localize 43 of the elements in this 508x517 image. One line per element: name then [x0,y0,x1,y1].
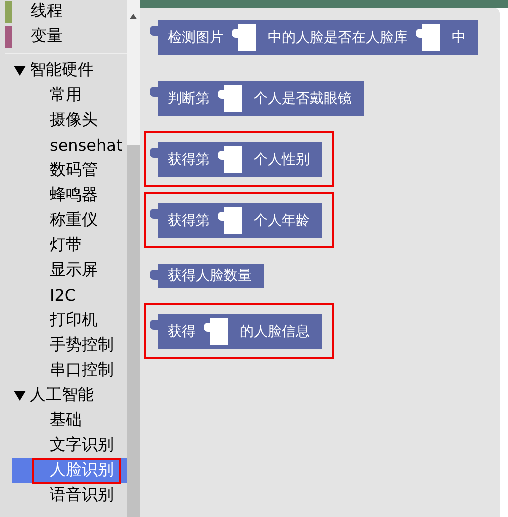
scroll-up-icon[interactable] [130,14,137,19]
category-group[interactable]: 人工智能 [30,385,94,406]
connector-tab [150,87,158,97]
connector-tab [150,148,158,158]
category-item[interactable]: 蜂鸣器 [12,183,127,208]
input-slot[interactable] [218,85,242,112]
category-item[interactable]: 打印机 [12,308,127,333]
connector-tab [150,270,158,280]
category-item[interactable]: 显示屏 [12,258,127,283]
category-group[interactable]: 智能硬件 [30,60,94,81]
category-item[interactable]: 语音识别 [12,483,127,508]
input-slot[interactable] [218,146,242,173]
category-item[interactable]: sensehat [12,133,127,158]
category-item[interactable]: 手势控制 [12,333,127,358]
scrollbar[interactable] [127,0,140,517]
connector-tab [150,320,158,330]
category-item[interactable]: I2C [12,283,127,308]
category-item[interactable]: 变量 [31,26,63,47]
input-slot[interactable] [232,24,256,51]
category-item[interactable]: 摄像头 [12,108,127,133]
input-slot[interactable] [416,24,440,51]
code-block[interactable]: 获得人脸数量 [150,264,264,288]
code-block[interactable]: 获得第 个人年龄 [150,203,322,238]
expand-triangle-icon[interactable] [14,66,26,76]
code-block[interactable]: 检测图片 中的人脸是否在人脸库 中 [150,20,478,55]
code-block[interactable]: 获得第 个人性别 [150,142,322,177]
code-block[interactable]: 判断第 个人是否戴眼镜 [150,81,364,116]
category-item[interactable]: 常用 [12,83,127,108]
connector-tab [150,26,158,36]
scrollbar-thumb[interactable] [127,145,140,517]
category-item[interactable]: 人脸识别 [12,458,127,483]
expand-triangle-icon[interactable] [14,390,26,400]
connector-tab [150,209,158,219]
category-item[interactable]: 称重仪 [12,208,127,233]
category-item[interactable]: 串口控制 [12,358,127,383]
category-item[interactable]: 线程 [31,1,63,22]
category-item[interactable]: 基础 [12,408,127,433]
category-item[interactable]: 数码管 [12,158,127,183]
input-slot[interactable] [218,207,242,234]
input-slot[interactable] [204,318,228,345]
code-block[interactable]: 获得 的人脸信息 [150,314,322,349]
category-item[interactable]: 灯带 [12,233,127,258]
category-item[interactable]: 文字识别 [12,433,127,458]
